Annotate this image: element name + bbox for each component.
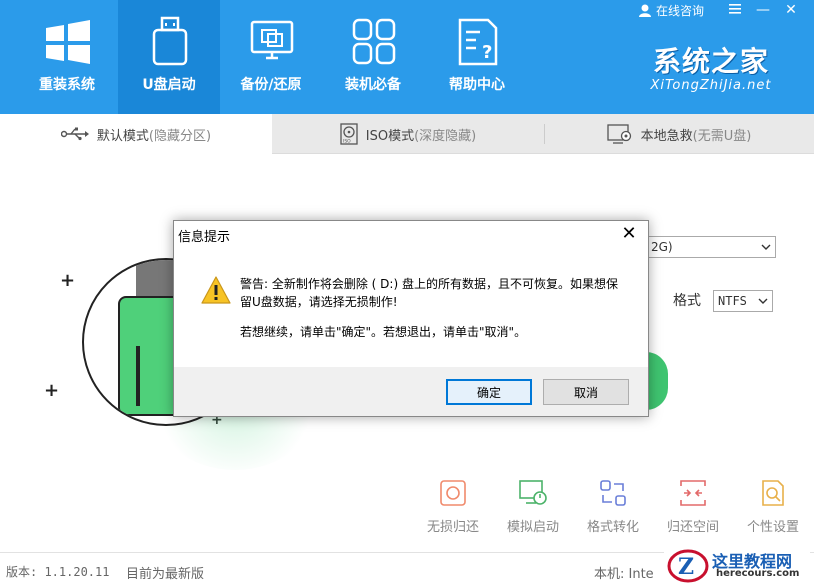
menu-button[interactable] [724,2,746,18]
local-machine-info: 本机: Inte [594,567,654,582]
tool-label: 归还空间 [666,520,719,535]
chevron-down-icon [758,298,768,304]
nav-label: 帮助中心 [449,77,505,93]
iso-disc-icon: ISO [340,123,358,145]
format-select[interactable]: NTFS [713,290,773,312]
dialog-footer: 确定 取消 [174,367,648,416]
tab-sublabel: (深度隐藏) [414,128,477,144]
nav-reinstall-system[interactable]: 重装系统 [16,0,118,114]
watermark: Z 这里教程网 herecours.com [664,546,810,586]
svg-text:Z: Z [678,554,694,580]
tool-label: 模拟启动 [506,520,559,535]
tab-iso-mode[interactable]: ISO ISO模式 (深度隐藏) [272,114,544,154]
tool-lossless-restore[interactable]: 无损归还 [413,478,493,535]
dialog-close-button[interactable]: ✕ [616,223,642,245]
tab-label: ISO模式 [365,128,415,144]
nav-label: 重装系统 [39,77,95,93]
dialog-body: 警告: 全新制作将会删除 ( D:) 盘上的所有数据，且不可恢复。如果想保留U盘… [174,251,648,367]
nav-label: 装机必备 [345,77,401,93]
help-document-icon: ? [458,18,498,66]
chat-person-icon [638,4,651,17]
return-space-icon [680,480,706,506]
backup-restore-icon [250,20,294,60]
svg-text:ISO: ISO [343,139,351,145]
tab-sublabel: (无需U盘) [692,128,752,144]
nav-label: U盘启动 [142,77,196,93]
tab-label: 默认模式 [96,128,149,144]
local-rescue-icon [607,124,631,144]
update-status: 目前为最新版 [126,567,205,582]
nav-backup-restore[interactable]: 备份/还原 [220,0,322,114]
close-window-button[interactable]: ✕ [780,2,802,18]
header-bar: 重装系统 U盘启动 备份/还原 装机必备 ? 帮助中心 在线咨询 — ✕ 系统之… [0,0,814,114]
online-consult-link[interactable]: 在线咨询 [638,2,704,19]
format-convert-icon [600,480,626,506]
version-text: 版本: 1.1.20.11 [6,565,110,579]
ok-button[interactable]: 确定 [446,379,532,405]
tool-personalize[interactable]: 个性设置 [733,478,813,535]
tool-label: 无损归还 [426,520,479,535]
window-topbar: 在线咨询 — ✕ [638,0,802,20]
usb-drive-icon [152,16,188,66]
cancel-button[interactable]: 取消 [543,379,629,405]
watermark-logo-icon: Z [667,549,709,583]
usb-stripe [136,346,140,406]
dialog-title: 信息提示 [178,230,231,245]
nav-label: 备份/还原 [240,77,302,93]
tool-simulate-boot[interactable]: 模拟启动 [493,478,573,535]
hamburger-icon [729,4,741,14]
mode-tabs: 默认模式 (隐藏分区) ISO ISO模式 (深度隐藏) 本地急救 (无需U盘) [0,114,814,154]
nav-usb-boot[interactable]: U盘启动 [118,0,220,114]
watermark-url: herecours.com [716,568,800,579]
tool-label: 格式转化 [586,520,639,535]
tab-label: 本地急救 [640,128,693,144]
tab-sublabel: (隐藏分区) [148,128,212,144]
tab-local-rescue[interactable]: 本地急救 (无需U盘) [544,114,814,154]
device-select-value: 2G) [651,240,673,254]
apps-grid-icon [352,18,396,65]
info-dialog: 信息提示 ✕ 警告: 全新制作将会删除 ( D:) 盘上的所有数据，且不可恢复。… [173,220,649,417]
online-consult-label: 在线咨询 [655,3,704,18]
dialog-instruction: 若想继续，请单击"确定"。若想退出，请单击"取消"。 [240,325,527,339]
decor-plus-icon: + [44,380,60,401]
tab-default-mode[interactable]: 默认模式 (隐藏分区) [0,114,272,154]
personalize-icon [762,480,784,506]
nav-help-center[interactable]: ? 帮助中心 [426,0,528,114]
format-label: 格式 [673,293,701,309]
brand-url: XiTongZhiJia.net [650,78,772,93]
minimize-button[interactable]: — [752,2,774,18]
restore-icon [440,480,466,506]
decor-plus-icon: + [60,270,76,291]
tool-format-convert[interactable]: 格式转化 [573,478,653,535]
tool-return-space[interactable]: 归还空间 [653,478,733,535]
usb-symbol-icon [60,127,89,141]
brand-logo: 系统之家 XiTongZhiJia.net [636,40,786,93]
brand-name: 系统之家 [652,45,769,78]
warning-icon [201,276,231,304]
simulate-boot-icon [519,480,547,505]
format-select-value: NTFS [718,294,747,308]
nav-essentials[interactable]: 装机必备 [322,0,424,114]
svg-text:?: ? [482,42,492,63]
usb-connector [136,260,176,298]
tool-label: 个性设置 [746,520,799,535]
chevron-down-icon [761,244,771,250]
start-make-button[interactable] [646,352,668,410]
device-select[interactable]: 2G) [646,236,776,258]
windows-logo-icon [46,20,90,64]
dialog-message: 警告: 全新制作将会删除 ( D:) 盘上的所有数据，且不可恢复。如果想保留U盘… [240,277,618,309]
